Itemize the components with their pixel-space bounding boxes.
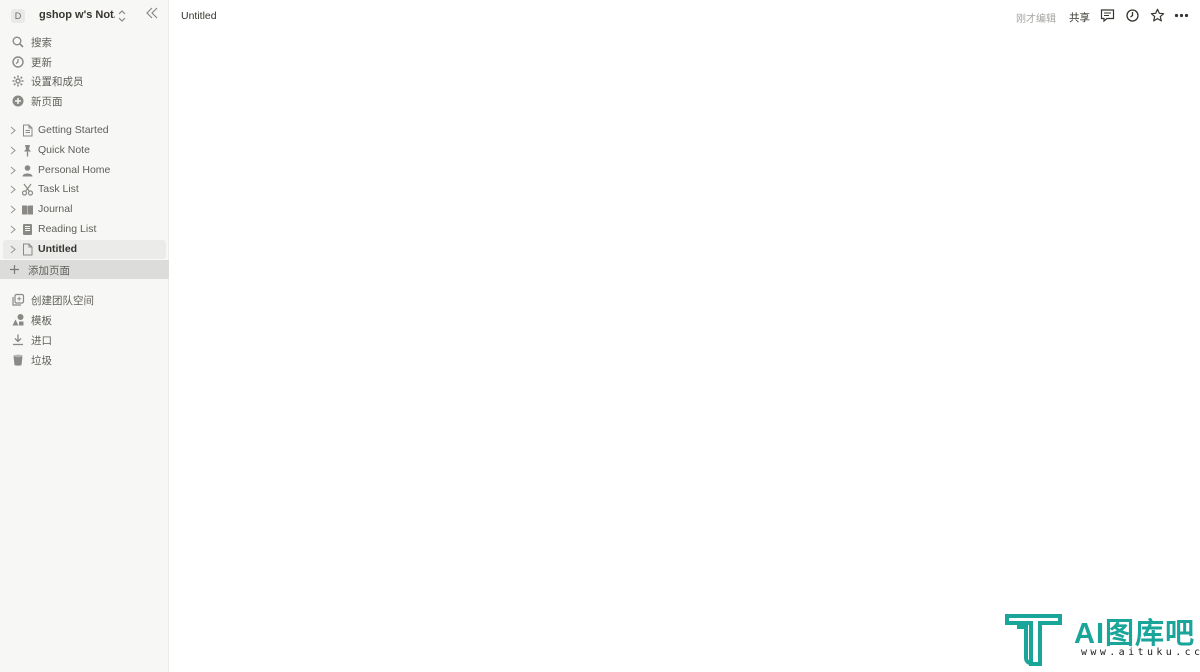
history-icon[interactable] bbox=[1125, 8, 1140, 23]
edited-status: 刚才编辑 bbox=[1016, 14, 1056, 25]
sidebar-item-label: 模板 bbox=[31, 315, 52, 327]
sidebar-page-journal[interactable]: Journal bbox=[3, 200, 166, 219]
main-content: Untitled 刚才编辑 共享 bbox=[169, 0, 1200, 672]
sidebar-page-label: Personal Home bbox=[38, 164, 111, 176]
sidebar-item-create-teamspace[interactable]: 创建团队空间 bbox=[0, 290, 169, 310]
sidebar-item-templates[interactable]: 模板 bbox=[0, 310, 169, 330]
sidebar-item-settings[interactable]: 设置和成员 bbox=[0, 71, 169, 91]
sidebar-page-label: Getting Started bbox=[38, 124, 109, 136]
plus-icon bbox=[10, 265, 19, 274]
chevron-right-icon[interactable] bbox=[9, 166, 17, 175]
sidebar-page-getting-started[interactable]: Getting Started bbox=[3, 121, 166, 140]
chevron-updown-icon bbox=[118, 10, 126, 22]
clock-icon bbox=[12, 56, 24, 68]
trash-icon bbox=[13, 354, 23, 366]
add-page-label: 添加页面 bbox=[28, 265, 70, 277]
sidebar-page-label: Journal bbox=[38, 203, 73, 215]
scissors-icon bbox=[21, 183, 34, 196]
sidebar-item-label: 设置和成员 bbox=[31, 76, 84, 88]
chevron-right-icon[interactable] bbox=[9, 126, 17, 135]
notion-app: D gshop w's Not... 搜索 更新 设置和成员 新页面 Getti… bbox=[0, 0, 1200, 672]
plus-circle-icon bbox=[12, 95, 24, 107]
person-icon bbox=[22, 165, 33, 177]
sidebar-item-trash[interactable]: 垃圾 bbox=[0, 350, 169, 370]
sidebar-item-search[interactable]: 搜索 bbox=[0, 32, 169, 52]
workspace-switcher[interactable]: D gshop w's Not... bbox=[0, 4, 169, 28]
chevron-right-icon[interactable] bbox=[9, 185, 17, 194]
shapes-icon bbox=[12, 314, 24, 326]
sidebar-item-import[interactable]: 进口 bbox=[0, 330, 169, 350]
more-options-icon[interactable] bbox=[1174, 8, 1189, 23]
sidebar-item-label: 更新 bbox=[31, 57, 52, 69]
sidebar-item-label: 新页面 bbox=[31, 96, 63, 108]
sidebar-page-reading-list[interactable]: Reading List bbox=[3, 220, 166, 239]
search-icon bbox=[12, 36, 24, 48]
sidebar-page-quick-note[interactable]: Quick Note bbox=[3, 141, 166, 160]
workspace-avatar: D bbox=[11, 9, 25, 23]
document-icon bbox=[23, 243, 33, 256]
chevron-right-icon[interactable] bbox=[9, 205, 17, 214]
sidebar-item-label: 创建团队空间 bbox=[31, 295, 94, 307]
breadcrumb-page-title[interactable]: Untitled bbox=[181, 10, 217, 22]
sidebar-item-label: 进口 bbox=[31, 335, 52, 347]
workspace-name: gshop w's Not... bbox=[39, 9, 115, 21]
chevron-right-icon[interactable] bbox=[9, 245, 17, 254]
document-icon bbox=[23, 124, 33, 137]
comment-icon[interactable] bbox=[1100, 8, 1115, 23]
watermark-text: AI图库吧 bbox=[1074, 618, 1196, 650]
topbar: Untitled 刚才编辑 共享 bbox=[169, 0, 1200, 32]
sidebar-item-new-page[interactable]: 新页面 bbox=[0, 91, 169, 111]
watermark-url: www.aituku.cc bbox=[1081, 647, 1200, 658]
star-icon[interactable] bbox=[1150, 8, 1165, 23]
sidebar-page-label: Task List bbox=[38, 183, 79, 195]
notebook-icon bbox=[23, 224, 32, 235]
watermark: AI图库吧 www.aituku.cc bbox=[1004, 610, 1200, 670]
chevron-right-icon[interactable] bbox=[9, 146, 17, 155]
share-button[interactable]: 共享 bbox=[1069, 10, 1090, 25]
double-chevron-left-icon[interactable] bbox=[145, 7, 159, 19]
gear-icon bbox=[12, 75, 24, 87]
sidebar: D gshop w's Not... 搜索 更新 设置和成员 新页面 Getti… bbox=[0, 0, 169, 672]
sidebar-page-task-list[interactable]: Task List bbox=[3, 180, 166, 199]
chevron-right-icon[interactable] bbox=[9, 225, 17, 234]
sidebar-page-label: Reading List bbox=[38, 223, 97, 235]
add-page-button[interactable]: 添加页面 bbox=[0, 260, 169, 279]
sidebar-item-label: 搜索 bbox=[31, 37, 52, 49]
teamspace-icon bbox=[12, 293, 25, 306]
sidebar-item-label: 垃圾 bbox=[31, 355, 52, 367]
sidebar-page-label: Quick Note bbox=[38, 144, 90, 156]
sidebar-page-personal-home[interactable]: Personal Home bbox=[3, 161, 166, 180]
watermark-logo-icon bbox=[1005, 614, 1062, 666]
sidebar-page-untitled[interactable]: Untitled bbox=[3, 240, 166, 259]
sidebar-item-updates[interactable]: 更新 bbox=[0, 52, 169, 72]
sidebar-page-label: Untitled bbox=[38, 243, 78, 255]
download-icon bbox=[13, 334, 23, 346]
pin-icon bbox=[24, 145, 31, 157]
book-icon bbox=[22, 205, 33, 215]
